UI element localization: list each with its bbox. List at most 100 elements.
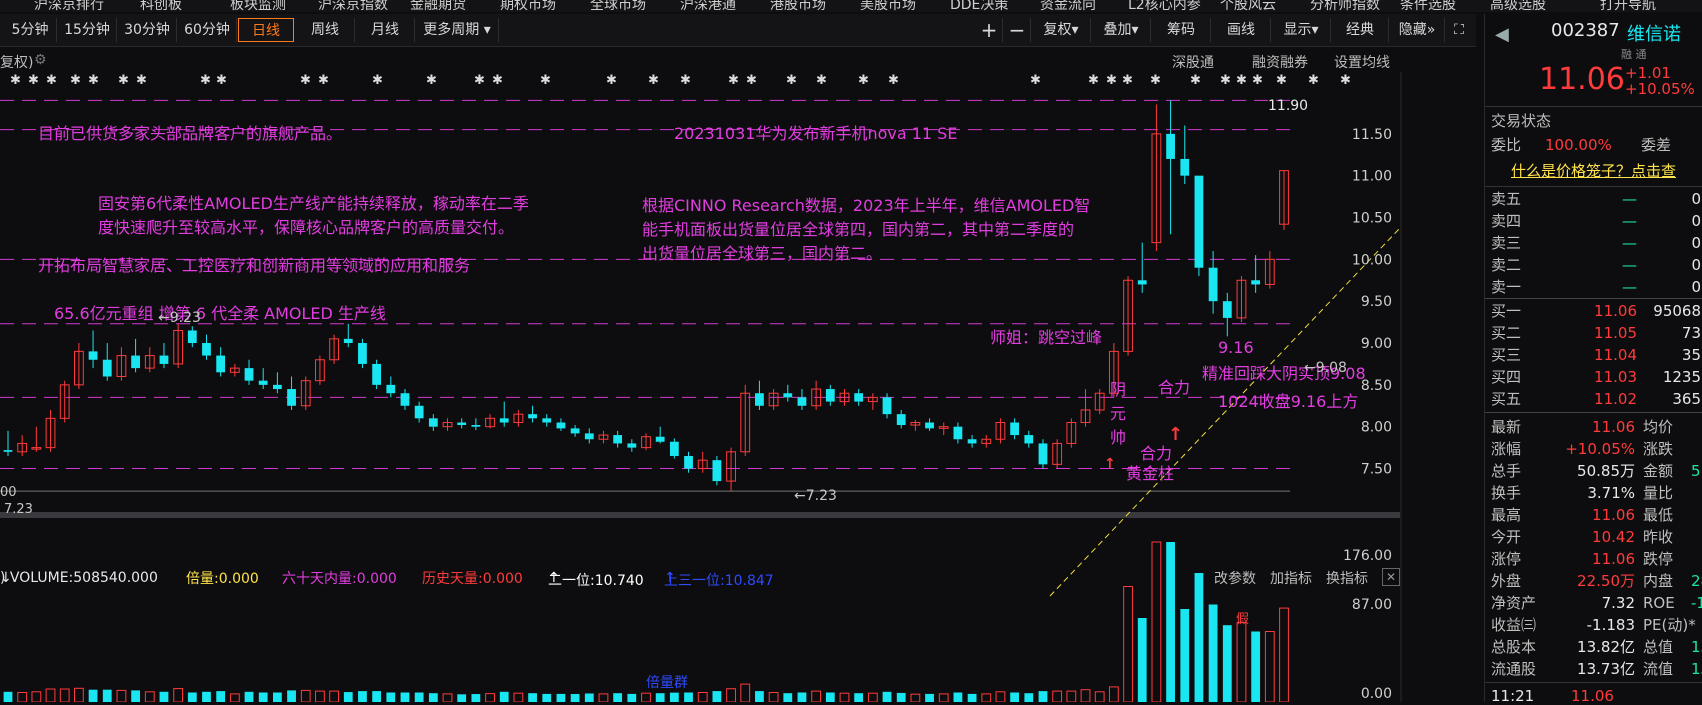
zoom-in-button[interactable]: + [976,18,1003,42]
menu-item[interactable]: DDE决策 [950,0,1008,12]
candle-body [187,330,197,344]
candle-body [570,428,580,434]
menu-item[interactable]: 期权市场 [500,0,556,12]
stat-value: +10.05% [1565,440,1635,458]
margin-link[interactable]: 融资融券 [1252,52,1308,72]
star-marker-icon: ✱ [1220,73,1231,88]
y-tick-label: 11.00 [1352,169,1392,185]
zoom-out-button[interactable]: − [1004,18,1031,42]
volume-bar [1137,618,1147,702]
bid-label: 买一 [1491,302,1522,320]
close-icon[interactable]: ✕ [1382,568,1400,586]
volume-bar [1264,631,1275,702]
classic-button[interactable]: 经典 [1332,18,1389,42]
tab-more-periods[interactable]: 更多周期 ▾ [416,18,499,42]
annotation-6: 能手机面板出货量位居全球第四，国内第二，其中第二季度的 [642,220,1075,239]
tab-60min[interactable]: 60分钟 [178,18,237,42]
price-cage-link[interactable]: 什么是价格笼子？点击查 [1511,160,1676,182]
menu-item[interactable]: 金融期货 [410,0,466,12]
volume-bar [584,693,594,702]
volume-bar [867,692,878,702]
menu-item[interactable]: L2核心内参 [1128,0,1201,12]
stat-label: 净资产 [1491,594,1537,612]
star-marker-icon: ✱ [300,73,311,88]
volume-bar [1279,607,1289,702]
menu-item[interactable]: 美股市场 [860,0,916,12]
volume-bar [925,693,934,702]
vol-text-2: 假 [1236,612,1250,627]
menu-item[interactable]: 分析师指数 [1310,0,1380,12]
bid-price: 11.02 [1594,390,1637,408]
menu-item[interactable]: 港股市场 [770,0,826,12]
adjust-button[interactable]: 复权▾ [1032,18,1091,42]
chips-button[interactable]: 筹码 [1152,18,1211,42]
menu-item[interactable]: 资金流向 [1040,0,1096,12]
tab-monthly[interactable]: 月线 [356,18,415,42]
display-label: 显示 [1283,22,1312,38]
stat-label: 最新 [1491,418,1522,436]
menu-item[interactable]: 高级选股 [1490,0,1546,12]
candle-body [1251,280,1261,285]
volume-bar [116,689,127,702]
back-arrow-icon[interactable]: ◀ [1495,24,1509,45]
menu-item[interactable]: 沪深京排行 [34,0,104,12]
arrow-up-icon: ↑ [548,570,560,586]
candle-body [258,380,268,385]
menu-item[interactable]: 科创板 [140,0,182,12]
volume-bar [173,688,184,702]
tab-15min[interactable]: 15分钟 [58,18,117,42]
settings-icon[interactable]: ⚙ [34,52,47,68]
bid-label: 买五 [1491,390,1522,408]
menu-item[interactable]: 沪深京指数 [318,0,388,12]
volume-bar [1052,690,1063,702]
menu-item[interactable]: 个股风云 [1220,0,1276,12]
bid-label: 买四 [1491,368,1522,386]
menu-item[interactable]: 条件选股 [1400,0,1456,12]
hide-button[interactable]: 隐藏» [1390,18,1445,42]
add-indicator-link[interactable]: 加指标 [1270,568,1312,588]
candle-body [953,426,963,440]
star-marker-icon: ✱ [1106,73,1117,88]
star-marker-icon: ✱ [606,73,617,88]
stat-value: 22.50万 [1577,572,1635,590]
menu-item[interactable]: 全球市场 [590,0,646,12]
hk-connect-link[interactable]: 深股通 [1172,52,1214,72]
star-marker-icon: ✱ [680,73,691,88]
volume-bar [726,688,736,702]
more-periods-label: 更多周期 [423,22,480,38]
y-tick-label: 11.50 [1352,127,1392,143]
volume-bar [343,692,353,702]
menu-item[interactable]: 板块监测 [230,0,286,12]
tab-5min[interactable]: 5分钟 [4,18,57,42]
volume-bar [854,693,864,702]
stat-value: 11.06 [1592,506,1635,524]
volume-bar [471,694,481,702]
candle-body [627,443,637,448]
candle-body [925,422,934,429]
double-vol: 倍量:0.000 [186,571,259,587]
volume-bar [598,693,609,702]
kline-chart[interactable]: ✱ ✱ ✱ ✱ ✱ ✱ ✱ ✱ ✱ ✱ ✱ ✱ ✱ ✱ ✱ ✱ ✱ ✱ ✱ ✱ ✱ ✱ ✱ ✱ ✱ ✱ ✱ ✱ ✱ ✱ ✱ ✱ ✱ ✱ ✱ ✱ ✱ 11… [0,72,1402,702]
bid-volume: 95068 [1653,302,1701,320]
display-button[interactable]: 显示▾ [1272,18,1331,42]
draw-button[interactable]: 画线 [1212,18,1271,42]
overlay-button[interactable]: 叠加▾ [1092,18,1151,42]
fullscreen-icon[interactable]: ⛶ [1446,18,1472,42]
stat-label: 流通股 [1491,660,1537,678]
volume-bar [1066,690,1077,702]
edit-params-link[interactable]: 改参数 [1214,568,1256,588]
volume-bar [811,690,822,702]
tab-30min[interactable]: 30分钟 [118,18,177,42]
volume-bar [825,692,835,702]
menu-item[interactable]: 沪深港通 [680,0,736,12]
stat-value: 13.82亿 [1577,638,1635,656]
stat-label-2: 昨收 [1643,528,1674,546]
tab-daily[interactable]: 日线 [238,18,294,42]
switch-indicator-link[interactable]: 换指标 [1326,568,1368,588]
menu-item[interactable]: 打开导航 [1600,0,1656,12]
volume-bar [697,692,708,702]
tab-weekly[interactable]: 周线 [296,18,355,42]
ma-settings-link[interactable]: 设置均线 [1334,52,1390,72]
bid-row: 买五 11.02 365 [1491,388,1702,410]
star-marker-icon: ✱ [1088,73,1099,88]
